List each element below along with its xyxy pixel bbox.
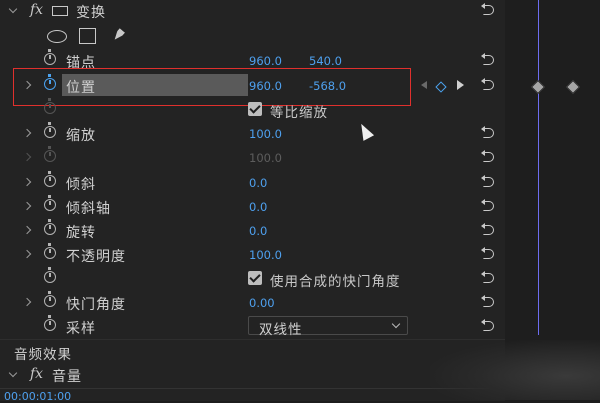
scale-width-stopwatch-icon [44,146,56,162]
audio-effects-label: 音频效果 [14,347,72,363]
anchor-y-value[interactable]: 540.0 [309,54,342,68]
reset-position-icon[interactable] [481,78,495,90]
opacity-expand-chevron-icon[interactable] [22,246,32,262]
use-comp-shutter-checkbox[interactable] [248,271,262,285]
reset-scale-icon[interactable] [481,126,495,138]
reset-transform-icon[interactable] [481,3,495,15]
skew-axis-label: 倾斜轴 [66,201,111,217]
use-comp-shutter-stopwatch-icon[interactable] [44,267,56,283]
volume-collapse-chevron-icon[interactable] [8,367,18,383]
rotation-label: 旋转 [66,225,96,241]
reset-use-comp-shutter-icon[interactable] [481,271,495,283]
skew-row: 倾斜 0.0 [0,171,505,195]
ellipse-mask-icon[interactable] [47,30,67,43]
shutter-angle-label: 快门角度 [66,297,126,313]
skew-label: 倾斜 [66,177,96,193]
sampling-selected-value: 双线性 [259,322,303,338]
shutter-angle-value[interactable]: 0.00 [249,296,275,310]
pen-mask-icon[interactable] [112,27,124,45]
watermark-smudge [430,340,600,400]
scale-stopwatch-icon[interactable] [44,122,56,138]
volume-fx-icon[interactable]: fx [30,366,43,382]
volume-label: 音量 [52,369,82,385]
opacity-value[interactable]: 100.0 [249,248,282,262]
opacity-label: 不透明度 [66,249,126,265]
reset-opacity-icon[interactable] [481,247,495,259]
collapse-chevron-icon[interactable] [8,3,18,19]
reset-sampling-icon[interactable] [481,319,495,331]
reset-shutter-angle-icon[interactable] [481,295,495,307]
sampling-label: 采样 [66,321,96,337]
transform-icon [52,6,68,16]
chevron-down-icon [391,319,401,329]
transform-label: 变换 [76,5,106,21]
shutter-angle-row: 快门角度 0.00 [0,291,505,315]
reset-rotation-icon[interactable] [481,223,495,235]
use-comp-shutter-row: 使用合成的快门角度 [0,267,505,291]
uniform-scale-stopwatch-icon [44,98,56,114]
rotation-stopwatch-icon[interactable] [44,219,56,235]
skew-value[interactable]: 0.0 [249,176,267,190]
uniform-scale-label: 等比缩放 [270,105,328,121]
reset-skew-icon[interactable] [481,175,495,187]
opacity-row: 不透明度 100.0 [0,243,505,267]
timecode-display[interactable]: 00:00:01:00 [4,390,71,403]
shutter-angle-stopwatch-icon[interactable] [44,291,56,307]
uniform-scale-row: 等比缩放 [0,98,505,122]
shutter-angle-expand-chevron-icon[interactable] [22,294,32,310]
reset-scale-width-icon[interactable] [481,150,495,162]
sampling-stopwatch-icon[interactable] [44,315,56,331]
scale-width-value: 100.0 [249,151,282,165]
scale-width-row: 100.0 [0,146,505,170]
scale-expand-chevron-icon[interactable] [22,125,32,141]
reset-skew-axis-icon[interactable] [481,199,495,211]
anchor-stopwatch-icon[interactable] [44,49,56,65]
rectangle-mask-icon[interactable] [79,28,96,44]
opacity-stopwatch-icon[interactable] [44,243,56,259]
skew-axis-expand-chevron-icon[interactable] [22,198,32,214]
rotation-value[interactable]: 0.0 [249,224,267,238]
skew-expand-chevron-icon[interactable] [22,174,32,190]
scale-row: 缩放 100.0 [0,122,505,146]
rotation-row: 旋转 0.0 [0,219,505,243]
transform-header-row[interactable]: fx 变换 [0,0,505,24]
skew-axis-stopwatch-icon[interactable] [44,195,56,211]
previous-keyframe-icon[interactable] [421,81,427,89]
scale-value[interactable]: 100.0 [249,127,282,141]
anchor-x-value[interactable]: 960.0 [249,54,282,68]
skew-stopwatch-icon[interactable] [44,171,56,187]
use-comp-shutter-label: 使用合成的快门角度 [270,274,401,290]
uniform-scale-checkbox[interactable] [248,102,262,116]
rotation-expand-chevron-icon[interactable] [22,222,32,238]
mask-tools-row [0,25,505,49]
sampling-dropdown[interactable]: 双线性 [248,316,408,338]
fx-icon[interactable]: fx [30,2,43,18]
skew-axis-row: 倾斜轴 0.0 [0,195,505,219]
next-keyframe-icon[interactable] [457,80,464,90]
playhead-line[interactable] [538,0,539,335]
reset-anchor-icon[interactable] [481,53,495,65]
scale-width-expand-chevron-icon [22,149,32,165]
scale-label: 缩放 [66,128,96,144]
skew-axis-value[interactable]: 0.0 [249,200,267,214]
